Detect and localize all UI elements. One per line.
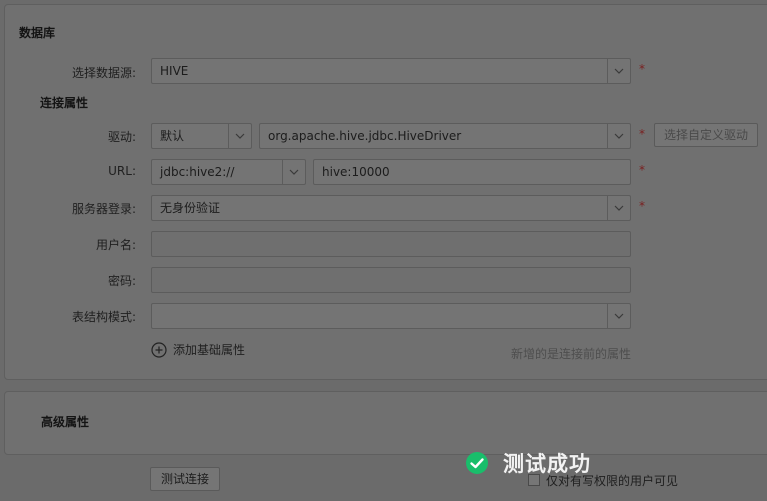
username-input[interactable] [151,231,631,257]
server-login-label: 服务器登录: [71,202,136,216]
password-label: 密码: [107,274,136,288]
add-property-button[interactable]: 添加基础属性 [151,341,245,358]
schema-mode-label: 表结构模式: [71,310,136,324]
database-section-title: 数据库 [19,26,56,40]
username-label: 用户名: [95,238,136,252]
url-host-input[interactable]: hive:10000 [313,159,631,185]
chevron-down-icon [607,196,630,220]
advanced-panel [4,391,767,455]
driver-label: 驱动: [107,130,136,144]
url-prefix-select[interactable]: jdbc:hive2:// [151,159,306,185]
chevron-down-icon [607,124,630,148]
required-mark: * [639,163,645,177]
test-connection-button[interactable]: 测试连接 [150,467,220,491]
required-mark: * [639,127,645,141]
driver-class-select[interactable]: org.apache.hive.jdbc.HiveDriver [259,123,631,149]
chevron-down-icon [228,124,251,148]
select-custom-driver-button[interactable]: 选择自定义驱动 [654,123,758,147]
required-mark: * [639,199,645,213]
required-mark: * [639,62,645,76]
datasource-select[interactable]: HIVE [151,58,631,84]
plus-circle-icon [151,341,167,358]
success-toast: 测试成功 [465,448,591,478]
driver-class-value: org.apache.hive.jdbc.HiveDriver [268,129,462,143]
datasource-value: HIVE [160,64,189,78]
check-circle-icon [465,451,489,475]
toast-message: 测试成功 [503,452,591,476]
url-prefix-value: jdbc:hive2:// [160,165,235,179]
chevron-down-icon [607,304,630,328]
driver-mode-select[interactable]: 默认 [151,123,252,149]
add-property-hint: 新增的是连接前的属性 [511,347,632,361]
datasource-label: 选择数据源: [71,66,136,80]
chevron-down-icon [607,59,630,83]
driver-mode-value: 默认 [160,129,185,143]
schema-mode-select[interactable] [151,303,631,329]
chevron-down-icon [282,160,305,184]
password-input[interactable] [151,267,631,293]
server-login-value: 无身份验证 [160,201,221,215]
url-host-value: hive:10000 [322,165,390,179]
connection-section-title: 连接属性 [40,96,89,110]
server-login-select[interactable]: 无身份验证 [151,195,631,221]
add-property-label: 添加基础属性 [173,343,246,357]
advanced-section-title[interactable]: 高级属性 [41,413,89,430]
url-label: URL: [108,164,136,178]
